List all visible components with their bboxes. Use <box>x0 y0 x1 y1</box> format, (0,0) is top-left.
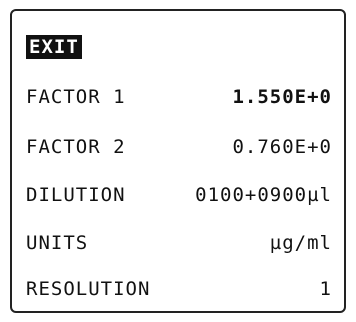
setting-label: FACTOR 1 <box>26 86 126 108</box>
setting-row-resolution[interactable]: RESOLUTION 1 <box>26 273 332 305</box>
setting-value: 1 <box>319 278 332 300</box>
setting-value: 0.760E+0 <box>232 136 332 158</box>
setting-row-factor-2[interactable]: FACTOR 2 0.760E+0 <box>26 131 332 163</box>
exit-row: EXIT <box>26 31 332 63</box>
setting-value: µg/ml <box>269 232 332 254</box>
setting-row-units[interactable]: UNITS µg/ml <box>26 227 332 259</box>
setting-label: DILUTION <box>26 184 126 206</box>
setting-row-dilution[interactable]: DILUTION 0100+0900µl <box>26 179 332 211</box>
setting-value: 0100+0900µl <box>195 184 332 206</box>
setting-label: FACTOR 2 <box>26 136 126 158</box>
setting-row-factor-1[interactable]: FACTOR 1 1.550E+0 <box>26 81 332 113</box>
setting-value: 1.550E+0 <box>232 86 332 108</box>
setting-label: RESOLUTION <box>26 278 151 300</box>
lcd-screen: EXIT FACTOR 1 1.550E+0 FACTOR 2 0.760E+0… <box>10 9 346 313</box>
exit-button[interactable]: EXIT <box>26 35 82 59</box>
setting-label: UNITS <box>26 232 89 254</box>
